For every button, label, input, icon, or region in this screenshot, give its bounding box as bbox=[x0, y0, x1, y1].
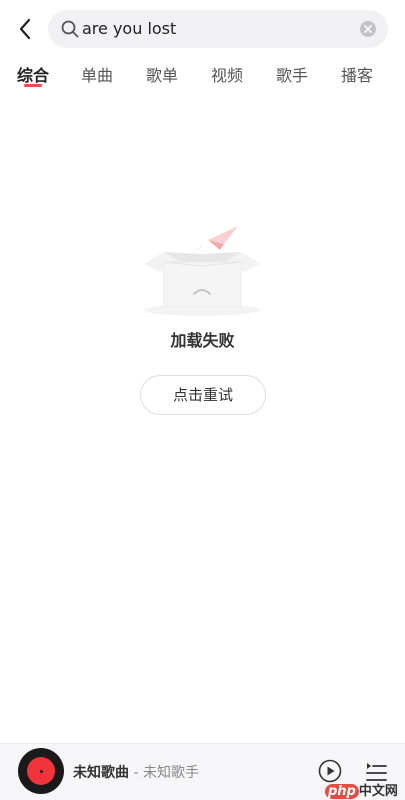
back-icon bbox=[19, 18, 31, 40]
load-failed-message: 加载失败 bbox=[170, 331, 235, 350]
empty-box-illustration bbox=[144, 226, 261, 316]
back-button[interactable] bbox=[10, 14, 40, 44]
site-watermark: php 中文网 bbox=[325, 780, 398, 799]
tab-podcasts[interactable]: 播客 bbox=[332, 62, 382, 86]
tab-videos[interactable]: 视频 bbox=[202, 62, 252, 86]
active-tab-indicator bbox=[24, 84, 42, 87]
watermark-brand: php bbox=[325, 784, 359, 799]
search-input[interactable]: are you lost bbox=[82, 10, 176, 48]
clear-icon bbox=[364, 25, 372, 33]
song-artist: 未知歌手 bbox=[142, 765, 199, 781]
album-label bbox=[27, 757, 55, 785]
tab-overall[interactable]: 综合 bbox=[8, 62, 58, 86]
search-bar: are you lost bbox=[0, 10, 405, 48]
tab-playlists[interactable]: 歌单 bbox=[137, 62, 187, 86]
search-box[interactable]: are you lost bbox=[48, 10, 388, 48]
watermark-suffix: 中文网 bbox=[358, 784, 398, 799]
tab-songs[interactable]: 单曲 bbox=[72, 62, 122, 86]
clear-button[interactable] bbox=[360, 21, 376, 37]
now-playing-info[interactable]: 未知歌曲 - 未知歌手 bbox=[73, 762, 199, 782]
search-icon bbox=[61, 20, 79, 38]
song-separator: - bbox=[129, 765, 143, 781]
disc-hole bbox=[39, 769, 43, 773]
tab-artists[interactable]: 歌手 bbox=[267, 62, 317, 86]
song-title: 未知歌曲 bbox=[73, 765, 129, 781]
category-tabs: 综合 单曲 歌单 视频 歌手 播客 bbox=[0, 60, 405, 94]
retry-button[interactable]: 点击重试 bbox=[140, 375, 266, 415]
album-disc[interactable] bbox=[18, 748, 64, 794]
